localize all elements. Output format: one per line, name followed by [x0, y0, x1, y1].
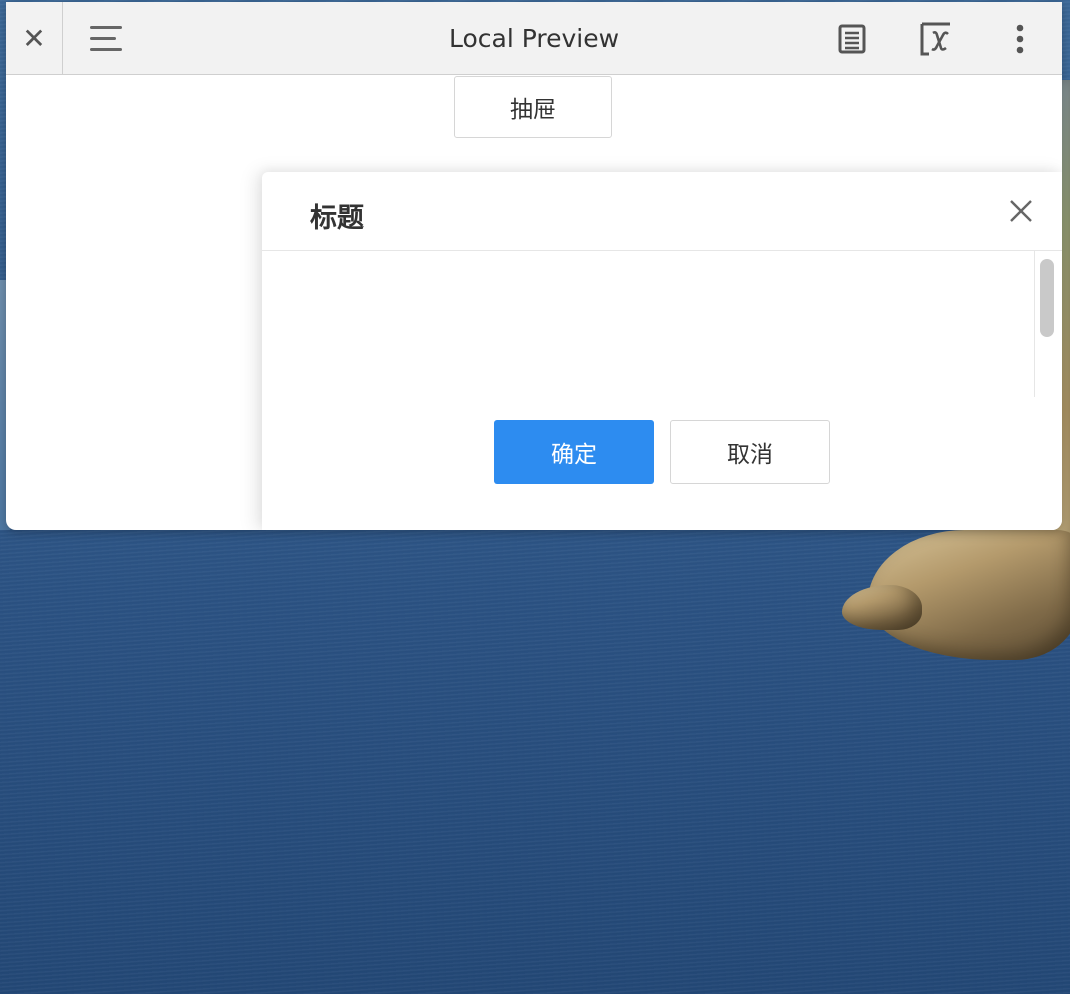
window-title: Local Preview: [448, 23, 620, 53]
scrollbar-thumb[interactable]: [1040, 259, 1054, 337]
hamburger-menu-icon[interactable]: [90, 22, 126, 54]
preview-window: ✕ Local Preview 抽屉 标题 确定 取消: [6, 2, 1062, 530]
close-icon: ✕: [22, 21, 46, 55]
title-bar: ✕ Local Preview: [6, 2, 1062, 75]
drawer-title: 标题: [310, 203, 364, 234]
rock-outcrop: [842, 585, 922, 630]
drawer-panel: 标题 确定 取消: [262, 172, 1062, 530]
cancel-button[interactable]: 取消: [670, 420, 830, 484]
drawer-header: 标题: [262, 172, 1062, 251]
confirm-button[interactable]: 确定: [494, 420, 654, 484]
function-x-icon[interactable]: [920, 22, 952, 56]
document-icon[interactable]: [838, 24, 866, 54]
close-icon[interactable]: [1008, 198, 1034, 224]
window-close-button[interactable]: ✕: [6, 2, 63, 74]
drawer-body: [262, 251, 1035, 397]
drawer-scrollbar[interactable]: [1034, 251, 1062, 397]
more-vertical-icon[interactable]: [1006, 22, 1034, 56]
open-drawer-button[interactable]: 抽屉: [454, 76, 612, 138]
